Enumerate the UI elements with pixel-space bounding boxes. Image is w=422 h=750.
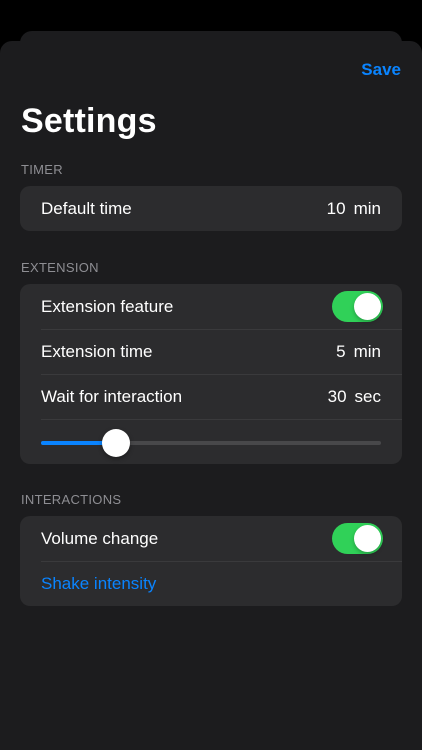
wait-interaction-row[interactable]: Wait for interaction 30 sec [20,374,402,419]
wait-slider-track[interactable] [41,441,381,445]
extension-time-unit: min [353,341,381,361]
wait-interaction-number: 30 [327,386,347,406]
default-time-label: Default time [41,198,132,218]
default-time-unit: min [353,198,381,218]
save-button[interactable]: Save [361,60,401,80]
extension-feature-toggle[interactable] [332,291,383,322]
extension-feature-row: Extension feature [20,284,402,329]
default-time-row[interactable]: Default time 10 min [20,186,402,231]
extension-feature-label: Extension feature [41,296,174,316]
settings-sheet: Save Settings TIMER Default time 10 min … [0,41,422,750]
wait-slider-thumb[interactable] [101,429,130,457]
shake-intensity-link[interactable]: Shake intensity [41,574,156,594]
wait-interaction-label: Wait for interaction [41,386,183,406]
extension-time-number: 5 [336,341,346,361]
timer-group: Default time 10 min [20,186,402,231]
volume-change-row: Volume change [20,516,402,561]
extension-time-row[interactable]: Extension time 5 min [20,329,402,374]
section-header-interactions: INTERACTIONS [21,492,122,507]
toggle-knob [354,525,381,552]
page-title: Settings [21,102,157,140]
section-header-extension: EXTENSION [21,260,99,275]
extension-time-value: 5 min [336,342,381,362]
wait-interaction-unit: sec [354,386,381,406]
volume-change-label: Volume change [41,528,159,548]
interactions-group: Volume change Shake intensity [20,516,402,606]
wait-interaction-value: 30 sec [328,387,381,407]
extension-group: Extension feature Extension time 5 min W… [20,284,402,464]
shake-intensity-row[interactable]: Shake intensity [20,561,402,606]
wait-slider-row [20,419,402,464]
volume-change-toggle[interactable] [332,523,383,554]
section-header-timer: TIMER [21,162,63,177]
default-time-value: 10 min [327,199,381,219]
toggle-knob [354,293,381,320]
extension-time-label: Extension time [41,341,153,361]
default-time-number: 10 [326,198,346,218]
